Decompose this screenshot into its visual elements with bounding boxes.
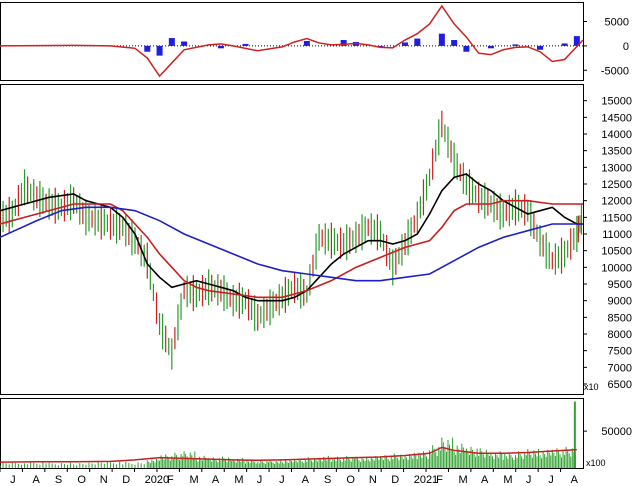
price-y-tick-label: 11500 [602,212,632,224]
price-y-tick-label: 6500 [608,379,632,391]
x-tick-label: N [100,474,108,486]
oscillator-histogram-bar [561,43,568,46]
x-tick-label: A [481,474,489,486]
price-y-tick-label: 14500 [601,112,632,124]
price-y-tick-label: 12000 [601,196,632,208]
x-tick-label: D [122,474,130,486]
x-tick-label: A [302,474,310,486]
x-tick-label: F [436,474,443,486]
x-tick-label: F [167,474,174,486]
oscillator-y-tick-label: 5000 [605,17,629,29]
x-tick-label: N [369,474,377,486]
price-y-tick-label: 15000 [601,96,632,108]
price-y-tick-label: 10000 [601,262,632,274]
x-tick-label: S [55,474,62,486]
volume-y-tick-label: 50000 [601,426,632,438]
x-tick-label: O [77,474,86,486]
oscillator-histogram-bar [438,33,445,46]
x-tick-label: J [548,474,554,486]
x-tick-label: M [234,474,243,486]
x-tick-label: O [346,474,355,486]
x-tick-label: D [391,474,399,486]
price-y-tick-label: 11000 [602,229,632,241]
oscillator-y-tick-label: 0 [623,41,629,53]
x-tick-label: S [324,474,331,486]
x-tick-label: A [212,474,220,486]
oscillator-histogram-bar [303,41,310,46]
oscillator-y-tick-label: -5000 [601,65,629,77]
oscillator-panel [0,2,584,81]
price-y-tick-label: 14000 [601,129,632,141]
x-tick-label: M [189,474,198,486]
price-y-tick-label: 8000 [608,329,632,341]
x-tick-label: A [33,474,41,486]
price-y-tick-label: 10500 [601,246,632,258]
x-tick-label: J [526,474,532,486]
x-tick-label: 2021 [414,474,438,486]
price-y-tick-label: 9500 [608,279,632,291]
x-tick-label: M [459,474,468,486]
price-y-tick-label: 8500 [608,312,632,324]
oscillator-histogram-bar [451,40,458,46]
oscillator-histogram-bar [402,42,409,46]
price-y-tick-label: 7000 [608,362,632,374]
price-y-tick-label: 9000 [608,296,632,308]
price-y-tick-label: 12500 [601,179,632,191]
chart-canvas: 50000-5000150001450014000135001300012500… [0,2,632,486]
x-tick-label: 2020 [145,474,169,486]
price-y-tick-label: 7500 [608,346,632,358]
oscillator-histogram-bar [537,45,544,50]
x-tick-label: A [571,474,579,486]
oscillator-histogram-bar [144,45,151,52]
price-y-tick-label: 13500 [601,146,632,158]
x-tick-label: J [10,474,16,486]
oscillator-histogram-bar [487,45,494,49]
oscillator-histogram-bar [181,41,188,46]
volume-unit-label: x100 [586,458,606,468]
x-tick-label: J [279,474,285,486]
price-unit-label: x10 [584,382,599,392]
oscillator-histogram-bar [168,38,175,46]
stock-chart: 5000 0 -5000 15000 14500 14000 13500 13000 12500… [0,0,634,486]
x-tick-label: M [503,474,512,486]
oscillator-histogram-bar [156,45,163,56]
x-tick-label: J [257,474,263,486]
oscillator-histogram-bar [414,38,421,46]
oscillator-histogram-bar [217,45,224,49]
oscillator-histogram-bar [242,43,249,46]
oscillator-histogram-bar [512,44,519,46]
oscillator-histogram-bar [463,45,470,52]
price-y-tick-label: 13000 [601,162,632,174]
